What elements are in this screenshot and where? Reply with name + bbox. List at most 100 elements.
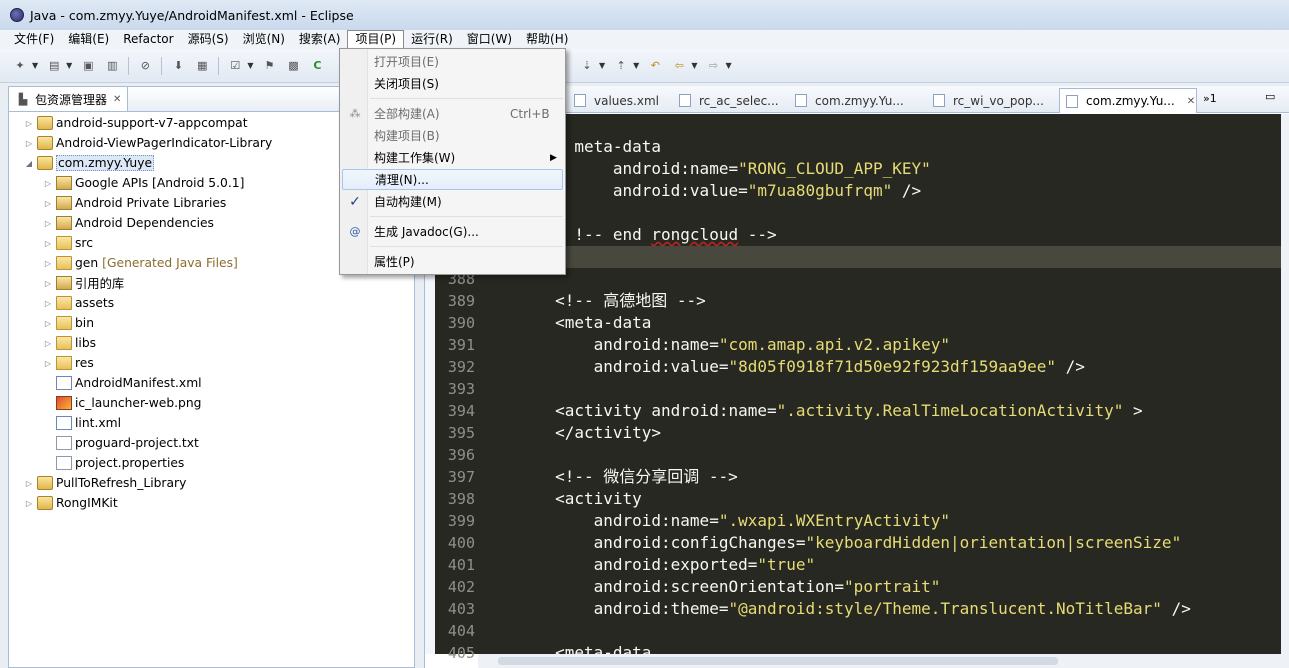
skip-breakpoints-icon[interactable]: ⊘ — [137, 58, 153, 74]
back-icon[interactable]: ⇦ — [671, 57, 687, 73]
tree-item[interactable]: ▷ 引用的库 — [42, 273, 124, 293]
expand-arrow-icon[interactable]: ▷ — [42, 319, 54, 328]
save-all-icon[interactable]: ▥ — [104, 58, 120, 74]
collapse-arrow-icon[interactable]: ◢ — [23, 159, 35, 168]
menu-clean[interactable]: 清理(N)... — [342, 169, 563, 190]
menu-build-all[interactable]: ⁂ 全部构建(A) Ctrl+B — [342, 103, 563, 124]
menu-search[interactable]: 搜索(A) — [292, 30, 348, 49]
lint-icon[interactable]: ⚑ — [261, 58, 277, 74]
tree-item[interactable]: ▷ Android Dependencies — [42, 213, 214, 233]
menu-help[interactable]: 帮助(H) — [519, 30, 575, 49]
editor-tab[interactable]: rc_ac_selec... — [673, 88, 785, 113]
tree-item[interactable]: ▷ android-support-v7-appcompat — [23, 113, 248, 133]
eclipse-icon — [10, 8, 24, 22]
scroll-thumb[interactable] — [498, 657, 1058, 665]
vertical-scrollbar[interactable] — [1281, 114, 1289, 668]
tree-item[interactable]: ▷ res — [42, 353, 94, 373]
tree-item[interactable]: ▷ libs — [42, 333, 96, 353]
next-annotation-icon[interactable]: ⇣ — [579, 57, 595, 73]
next-annotation-dropdown-icon[interactable]: ▼ — [599, 61, 605, 70]
menu-close-project[interactable]: 关闭项目(S) — [342, 73, 563, 94]
tree-item[interactable]: ▷ bin — [42, 313, 94, 333]
code-line: !-- end rongcloud --> — [574, 225, 777, 244]
window-title-bar: Java - com.zmyy.Yuye/AndroidManifest.xml… — [0, 0, 1289, 30]
forward-dropdown-icon[interactable]: ▼ — [725, 61, 731, 70]
expand-arrow-icon[interactable]: ▷ — [23, 499, 35, 508]
expand-arrow-icon[interactable]: ▷ — [42, 219, 54, 228]
expand-arrow-icon[interactable]: ▷ — [23, 119, 35, 128]
avd-manager-icon[interactable]: ▦ — [194, 58, 210, 74]
menu-navigate[interactable]: 浏览(N) — [236, 30, 292, 49]
new-dropdown-icon[interactable]: ▼ — [32, 61, 38, 70]
xml-file-icon — [1066, 94, 1078, 108]
toolbar-separator — [218, 56, 220, 75]
tree-item[interactable]: ▷ Android Private Libraries — [42, 193, 226, 213]
tree-item[interactable]: ▷ gen [Generated Java Files] — [42, 253, 238, 273]
menu-open-project[interactable]: 打开项目(E) — [342, 51, 563, 72]
xml-file-icon — [56, 416, 72, 430]
close-icon[interactable]: ✕ — [113, 94, 121, 105]
expand-arrow-icon[interactable]: ▷ — [42, 179, 54, 188]
tree-item[interactable]: ▷ Google APIs [Android 5.0.1] — [42, 173, 244, 193]
minimize-icon[interactable]: ▭ — [1265, 90, 1275, 103]
expand-arrow-icon[interactable]: ▷ — [23, 479, 35, 488]
horizontal-scrollbar[interactable] — [478, 654, 1281, 668]
check-dropdown-icon[interactable]: ▼ — [247, 61, 253, 70]
menu-edit[interactable]: 编辑(E) — [61, 30, 116, 49]
tree-item-selected[interactable]: ◢ com.zmyy.Yuye — [23, 153, 155, 173]
new-wizard-dropdown-icon[interactable]: ▼ — [66, 61, 72, 70]
menu-source[interactable]: 源码(S) — [181, 30, 236, 49]
editor-tab[interactable]: rc_wi_vo_pop... — [927, 88, 1053, 113]
expand-arrow-icon[interactable]: ▷ — [42, 259, 54, 268]
tree-item[interactable]: proguard-project.txt — [42, 433, 199, 453]
last-edit-icon[interactable]: ↶ — [647, 57, 663, 73]
refresh-icon[interactable]: C — [309, 58, 325, 74]
tree-item[interactable]: ic_launcher-web.png — [42, 393, 201, 413]
prev-annotation-dropdown-icon[interactable]: ▼ — [633, 61, 639, 70]
tree-item[interactable]: ▷ assets — [42, 293, 114, 313]
package-explorer-icon: ▙ — [18, 92, 28, 106]
back-dropdown-icon[interactable]: ▼ — [691, 61, 697, 70]
menu-generate-javadoc[interactable]: @ 生成 Javadoc(G)... — [342, 221, 563, 242]
expand-arrow-icon[interactable]: ▷ — [42, 239, 54, 248]
close-icon[interactable]: ✕ — [1187, 96, 1195, 107]
expand-arrow-icon[interactable]: ▷ — [42, 199, 54, 208]
menu-build-automatically[interactable]: ✓ 自动构建(M) — [342, 191, 563, 212]
sdk-manager-icon[interactable]: ⬇ — [170, 58, 186, 74]
tree-item[interactable]: project.properties — [42, 453, 184, 473]
editor-tab-active[interactable]: com.zmyy.Yu... ✕ — [1059, 88, 1197, 113]
code-line: <meta-data — [555, 313, 652, 332]
code-line: android:name="RONG_CLOUD_APP_KEY" — [612, 159, 931, 178]
save-icon[interactable]: ▣ — [80, 58, 96, 74]
tree-item[interactable]: ▷ src — [42, 233, 93, 253]
editor-tab[interactable]: com.zmyy.Yu... — [789, 88, 919, 113]
tab-overflow-button[interactable]: »1 — [1203, 92, 1217, 105]
menu-window[interactable]: 窗口(W) — [460, 30, 519, 49]
menu-build-working-set[interactable]: 构建工作集(W) ▶ — [342, 147, 563, 168]
forward-icon[interactable]: ⇨ — [705, 57, 721, 73]
menu-build-project[interactable]: 构建项目(B) — [342, 125, 563, 146]
tree-item[interactable]: AndroidManifest.xml — [42, 373, 202, 393]
tree-item[interactable]: ▷ RongIMKit — [23, 493, 118, 513]
new-icon[interactable]: ✦ — [12, 58, 28, 74]
expand-arrow-icon[interactable]: ▷ — [42, 339, 54, 348]
expand-arrow-icon[interactable]: ▷ — [23, 139, 35, 148]
check-icon[interactable]: ☑ — [227, 58, 243, 74]
menu-properties[interactable]: 属性(P) — [342, 251, 563, 272]
prev-annotation-icon[interactable]: ⇡ — [613, 57, 629, 73]
menu-refactor[interactable]: Refactor — [116, 30, 180, 49]
tree-item[interactable]: lint.xml — [42, 413, 121, 433]
expand-arrow-icon[interactable]: ▷ — [42, 279, 54, 288]
menu-run[interactable]: 运行(R) — [404, 30, 460, 49]
new-wizard-icon[interactable]: ▤ — [46, 58, 62, 74]
tree-item[interactable]: ▷ Android-ViewPagerIndicator-Library — [23, 133, 272, 153]
expand-arrow-icon[interactable]: ▷ — [42, 359, 54, 368]
expand-arrow-icon[interactable]: ▷ — [42, 299, 54, 308]
menu-project[interactable]: 项目(P) — [347, 30, 405, 49]
editor-tab[interactable]: values.xml — [568, 88, 668, 113]
menu-file[interactable]: 文件(F) — [7, 30, 61, 49]
tree-item[interactable]: ▷ PullToRefresh_Library — [23, 473, 186, 493]
package-icon[interactable]: ▩ — [285, 58, 301, 74]
code-view[interactable]: meta-data android:name="RONG_CLOUD_APP_K… — [478, 114, 1281, 654]
explorer-tab[interactable]: ▙ 包资源管理器 ✕ — [9, 87, 129, 111]
